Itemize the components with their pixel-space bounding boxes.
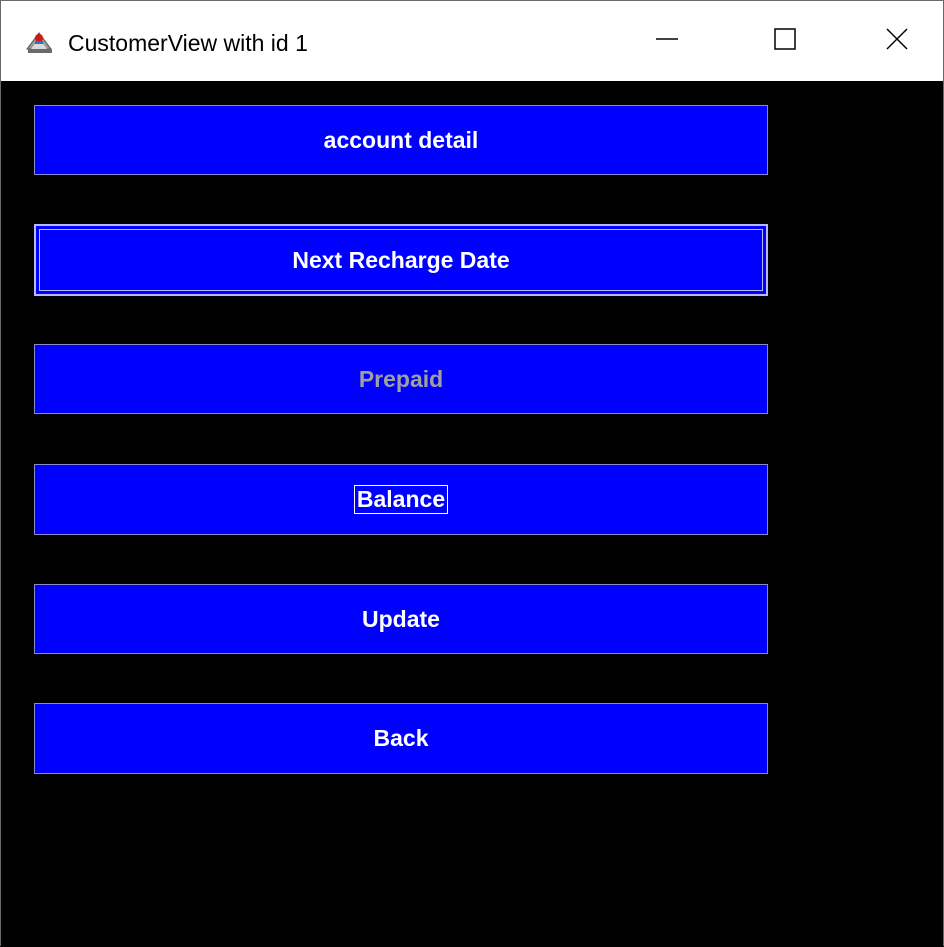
close-button[interactable] [849, 1, 944, 81]
account-detail-label: account detail [323, 126, 479, 153]
content-panel: account detail Next Recharge Date Prepai… [1, 81, 943, 947]
next-recharge-date-button[interactable]: Next Recharge Date [34, 224, 768, 296]
minimize-button[interactable] [619, 1, 715, 81]
close-icon [884, 26, 910, 57]
balance-button[interactable]: Balance [34, 464, 768, 535]
back-label: Back [373, 725, 429, 751]
minimize-icon [654, 26, 680, 57]
title-bar[interactable]: CustomerView with id 1 [1, 1, 943, 81]
customer-view-window: CustomerView with id 1 account detail Ne… [0, 0, 944, 947]
prepaid-button[interactable]: Prepaid [34, 344, 768, 414]
next-recharge-date-label: Next Recharge Date [292, 246, 510, 273]
account-detail-button[interactable]: account detail [34, 105, 768, 175]
update-button[interactable]: Update [34, 584, 768, 654]
update-label: Update [362, 605, 440, 632]
balance-label: Balance [353, 484, 449, 515]
java-cup-icon [25, 29, 55, 55]
maximize-icon [772, 26, 798, 57]
prepaid-label: Prepaid [358, 365, 444, 392]
back-button[interactable]: Back [34, 703, 768, 774]
window-title: CustomerView with id 1 [68, 30, 308, 56]
maximize-button[interactable] [737, 1, 833, 81]
